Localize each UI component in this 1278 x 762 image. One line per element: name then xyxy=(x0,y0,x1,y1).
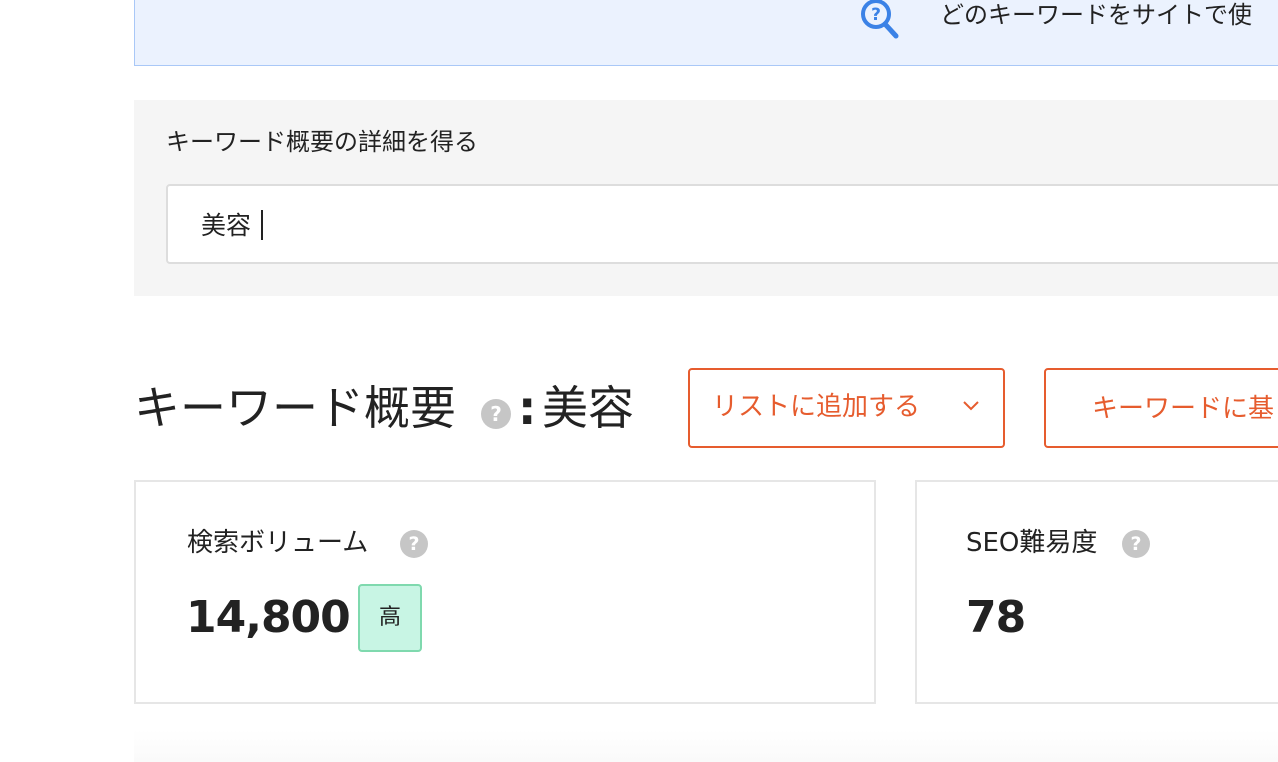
search-volume-value: 14,800 xyxy=(186,592,351,643)
search-help-icon: ? xyxy=(861,0,899,39)
search-volume-label: 検索ボリューム xyxy=(187,528,369,558)
banner-text: どのキーワードをサイトで使 xyxy=(940,1,1252,29)
add-to-list-label: リストに追加する xyxy=(712,392,921,422)
chevron-down-icon xyxy=(963,401,979,411)
overview-title: キーワード概要 xyxy=(134,381,456,435)
seo-difficulty-card: SEO難易度 ? 78 xyxy=(915,480,1278,704)
keyword-ideas-label: キーワードに基 xyxy=(1092,394,1275,424)
seo-difficulty-value: 78 xyxy=(966,592,1026,643)
next-section-fade xyxy=(134,730,1278,762)
seo-difficulty-help-icon[interactable]: ? xyxy=(1122,530,1150,558)
svg-text:?: ? xyxy=(871,5,881,25)
keyword-ideas-button[interactable]: キーワードに基 xyxy=(1044,368,1278,448)
text-caret xyxy=(261,210,263,240)
search-volume-card: 検索ボリューム ? 14,800 高 xyxy=(134,480,876,704)
overview-help-icon[interactable]: ? xyxy=(481,399,511,429)
add-to-list-button[interactable]: リストに追加する xyxy=(688,368,1005,448)
volume-level-badge: 高 xyxy=(358,584,422,652)
title-colon: : xyxy=(518,381,537,435)
overview-keyword: 美容 xyxy=(542,381,634,435)
search-volume-help-icon[interactable]: ? xyxy=(400,530,428,558)
search-label: キーワード概要の詳細を得る xyxy=(166,128,478,156)
keyword-search-input[interactable] xyxy=(166,184,1278,264)
seo-difficulty-label: SEO難易度 xyxy=(966,528,1098,558)
